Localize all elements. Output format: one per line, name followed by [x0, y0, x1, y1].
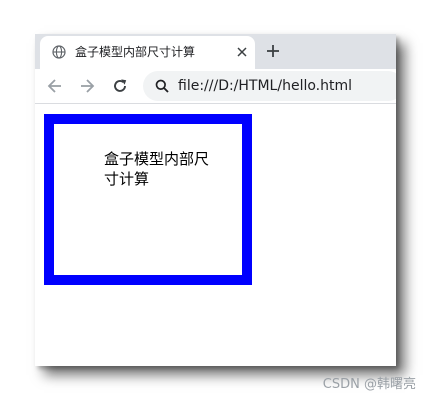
close-icon[interactable]	[235, 45, 249, 59]
tab-strip: 盒子模型内部尺寸计算	[35, 34, 396, 69]
page-viewport: 盒子模型内部尺寸计算	[35, 104, 396, 366]
address-bar[interactable]: file:///D:/HTML/hello.html	[143, 71, 396, 101]
plus-icon[interactable]	[265, 43, 281, 59]
search-icon	[155, 79, 169, 93]
box-text: 盒子模型内部尺寸计算	[104, 150, 210, 188]
arrow-left-icon[interactable]	[46, 77, 64, 95]
arrow-right-icon[interactable]	[78, 77, 96, 95]
reload-icon[interactable]	[111, 77, 129, 95]
browser-toolbar: file:///D:/HTML/hello.html	[35, 69, 396, 104]
browser-window: 盒子模型内部尺寸计算 file:///D:/HTML/hello.html 盒子…	[35, 34, 396, 366]
tab-title: 盒子模型内部尺寸计算	[75, 45, 196, 59]
screenshot-stage: 盒子模型内部尺寸计算 file:///D:/HTML/hello.html 盒子…	[0, 0, 430, 400]
active-tab[interactable]: 盒子模型内部尺寸计算	[40, 36, 255, 69]
url-text: file:///D:/HTML/hello.html	[178, 78, 353, 94]
box-model-demo: 盒子模型内部尺寸计算	[44, 114, 252, 285]
globe-icon	[52, 45, 66, 59]
watermark: CSDN @韩曙亮	[322, 377, 416, 392]
